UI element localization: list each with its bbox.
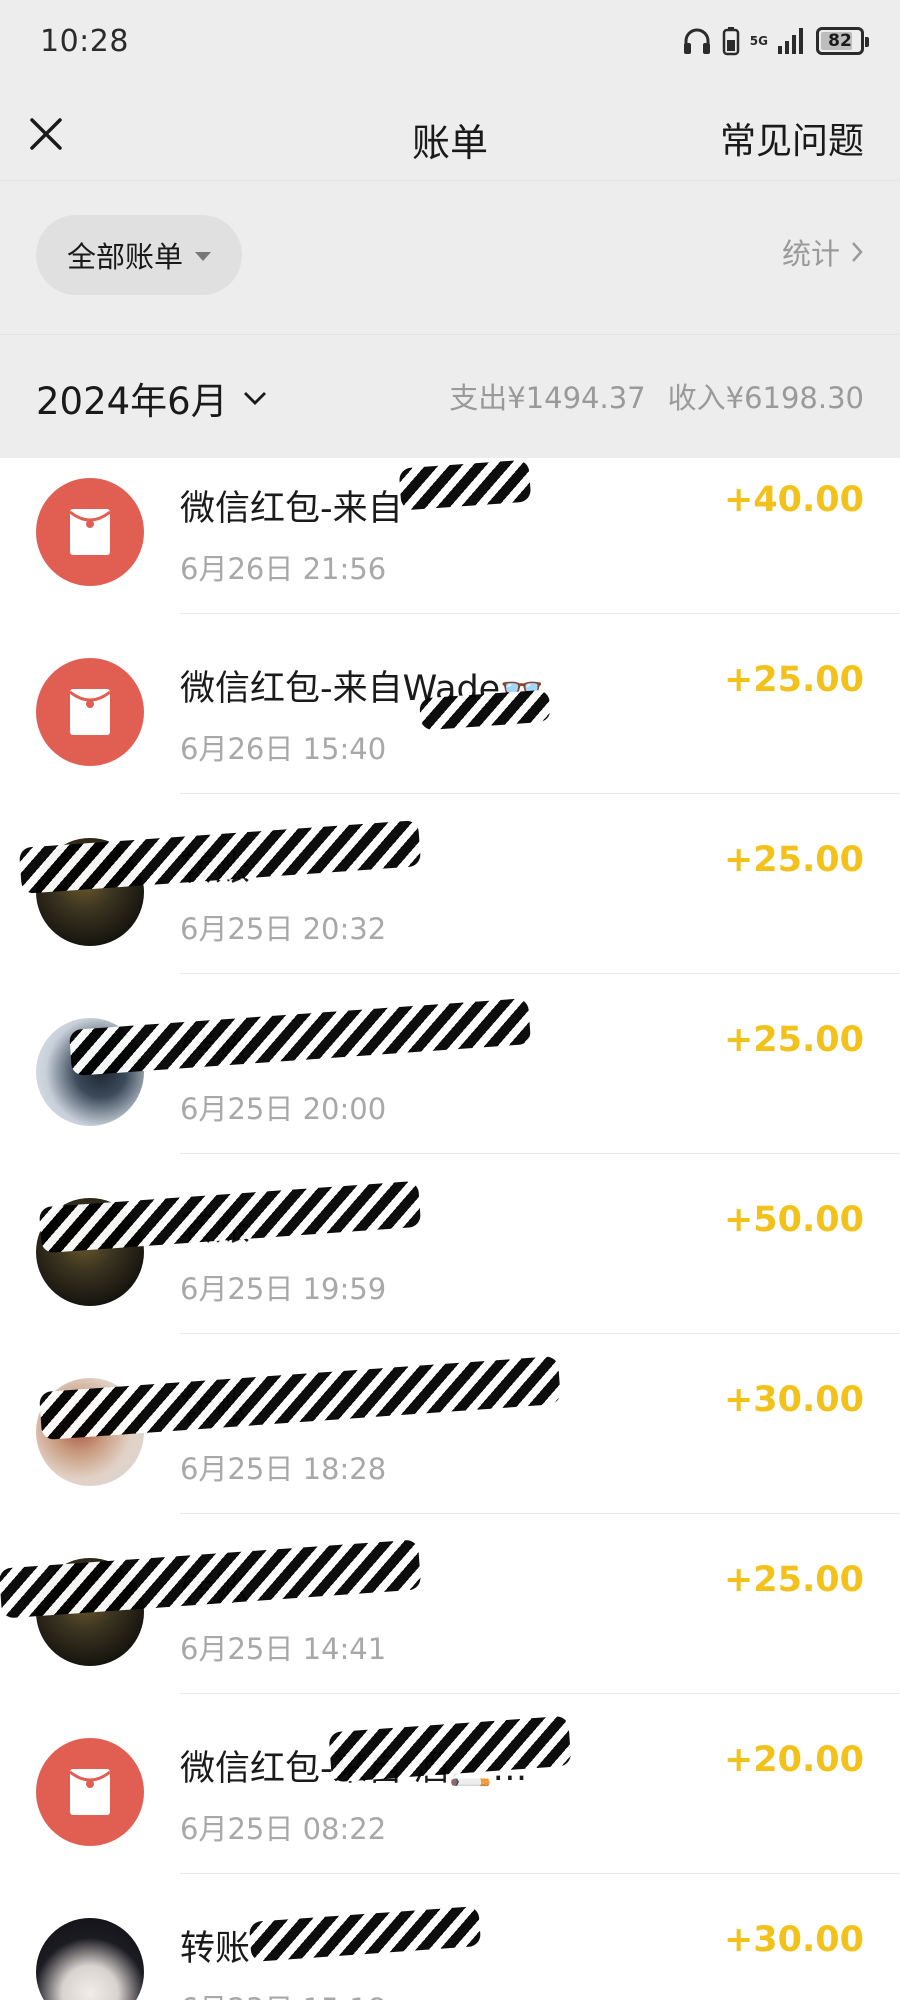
bill-row-content: 转账 6月23日 15:18 +30.00 (0, 1874, 900, 2000)
chevron-down-icon (243, 392, 266, 405)
redaction-scribble (248, 1906, 482, 1962)
bill-amount: +50.00 (723, 1200, 864, 1240)
avatar (36, 478, 144, 586)
bill-time: 6月25日 20:00 (180, 1092, 387, 1126)
redaction-scribble (38, 1355, 562, 1441)
bill-row-content: 转账6月25日 18:28+30.00 (0, 1334, 900, 1514)
bill-row[interactable]: 转账6月25日 19:59+50.00 (0, 1154, 900, 1334)
bill-row-content: 转账6月25日 14:41+25.00 (0, 1514, 900, 1694)
battery-percent: 82 (828, 31, 852, 51)
stats-label: 统计 (781, 237, 840, 271)
red-packet-icon (69, 689, 111, 735)
bill-row[interactable]: 转账6月25日 20:32+25.00 (0, 794, 900, 974)
signal-icon (778, 28, 803, 54)
bill-amount: +30.00 (723, 1920, 864, 1960)
phone-battery-icon (722, 27, 740, 56)
bill-time: 6月25日 19:59 (180, 1272, 387, 1306)
bill-amount: +25.00 (723, 840, 864, 880)
redaction-scribble (398, 459, 532, 511)
bill-row[interactable]: 微信红包-来自Wade👓 6月26日 15:40 +25.00 (0, 614, 900, 794)
all-bills-label: 全部账单 (66, 240, 183, 274)
bill-row-content: 转账6月25日 20:00+25.00 (0, 974, 900, 1154)
income-total: 收入¥6198.30 (667, 381, 864, 415)
bill-row-content: 微信红包-来自 酒🚬…6月25日 08:22+20.00 (0, 1694, 900, 1874)
bill-title: 微信红包-来自 (180, 489, 403, 529)
bill-amount: +25.00 (723, 1020, 864, 1060)
bill-row-content: 转账6月25日 20:32+25.00 (0, 794, 900, 974)
bill-amount: +25.00 (723, 1560, 864, 1600)
redaction-scribble (328, 1715, 572, 1783)
bill-list: 微信红包-来自 6月26日 21:56 +40.00 微信红包-来自Wade👓 6月26… (0, 458, 900, 2000)
month-totals: 支出¥1494.37 收入¥6198.30 (449, 375, 864, 417)
month-picker[interactable]: 2024年6月 (36, 371, 268, 425)
avatar (36, 658, 144, 766)
bill-row-content: 微信红包-来自 6月26日 21:56 +40.00 (0, 434, 900, 614)
bill-amount: +30.00 (723, 1380, 864, 1420)
avatar (36, 1918, 144, 2000)
chevron-right-icon (852, 242, 863, 262)
bill-row[interactable]: 转账6月25日 14:41+25.00 (0, 1514, 900, 1694)
redaction-scribble (68, 998, 532, 1076)
bill-time: 6月23日 15:18 (180, 1986, 386, 2000)
bill-amount: +40.00 (723, 480, 864, 520)
bill-row[interactable]: 微信红包-来自 酒🚬…6月25日 08:22+20.00 (0, 1694, 900, 1874)
bill-amount: +20.00 (723, 1740, 864, 1780)
bill-row[interactable]: 微信红包-来自 6月26日 21:56 +40.00 (0, 458, 900, 614)
battery-icon: 82 (816, 27, 869, 55)
bill-row[interactable]: 转账 6月23日 15:18 +30.00 (0, 1874, 900, 2000)
bill-time: 6月26日 15:40 (180, 732, 387, 766)
status-bar: 10:28 5G 82 (0, 0, 900, 88)
bill-time: 6月26日 21:56 (180, 552, 387, 586)
nav-bar: 账单 常见问题 (0, 88, 900, 180)
bill-title: 转账 (180, 1929, 251, 1969)
bill-amount: +25.00 (723, 660, 864, 700)
month-label: 2024年6月 (36, 380, 228, 423)
network-type: 5G (750, 35, 768, 47)
stats-link[interactable]: 统计 (782, 231, 864, 273)
bill-row[interactable]: 转账6月25日 18:28+30.00 (0, 1334, 900, 1514)
bill-time: 6月25日 08:22 (180, 1812, 387, 1846)
bill-row-content: 转账6月25日 19:59+50.00 (0, 1154, 900, 1334)
red-packet-icon (69, 1769, 111, 1815)
all-bills-filter-button[interactable]: 全部账单 (36, 215, 242, 295)
status-icons: 5G 82 (682, 26, 869, 56)
filter-bar: 全部账单 统计 (0, 180, 900, 334)
avatar (36, 1738, 144, 1846)
status-time: 10:28 (40, 24, 129, 59)
bill-row-content: 微信红包-来自Wade👓 6月26日 15:40 +25.00 (0, 614, 900, 794)
headphones-icon (683, 28, 710, 54)
bill-time: 6月25日 14:41 (180, 1632, 387, 1666)
caret-down-icon (195, 252, 211, 261)
bill-row[interactable]: 转账6月25日 20:00+25.00 (0, 974, 900, 1154)
bill-time: 6月25日 20:32 (180, 912, 387, 946)
expense-total: 支出¥1494.37 (449, 381, 646, 415)
faq-link[interactable]: 常见问题 (720, 112, 864, 164)
red-packet-icon (69, 509, 111, 555)
bill-time: 6月25日 18:28 (180, 1452, 387, 1486)
network-label: 5G (749, 34, 768, 48)
